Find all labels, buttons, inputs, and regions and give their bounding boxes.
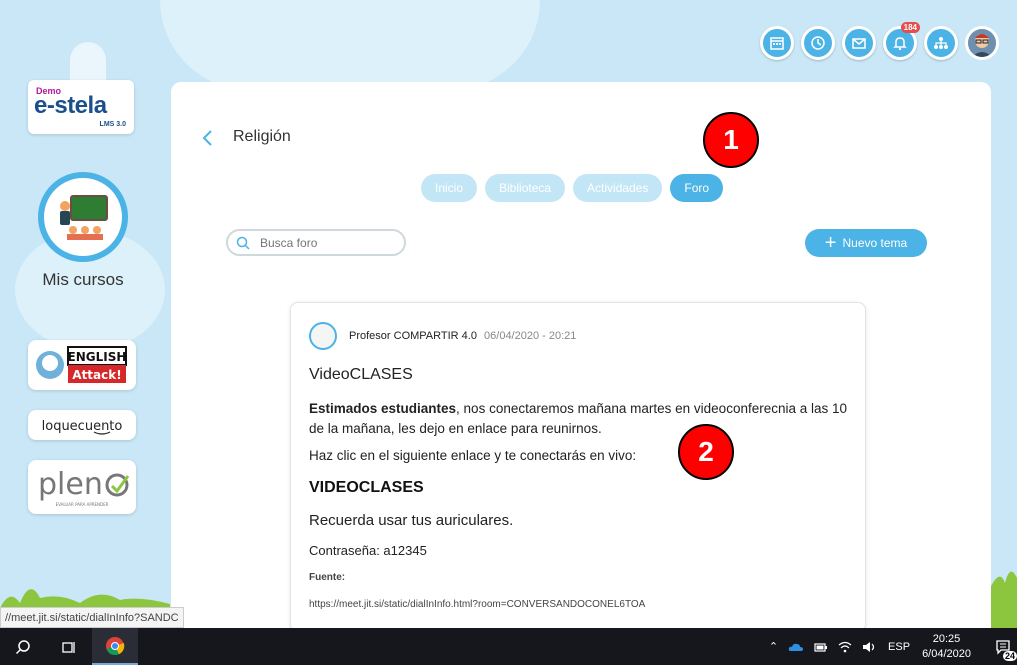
english-attack-app[interactable]: ENGLISH Attack! (28, 340, 136, 390)
svg-text:ENGLISH: ENGLISH (68, 350, 127, 364)
org-chart-icon (934, 37, 948, 49)
wifi-icon[interactable] (838, 641, 852, 653)
post-body-bold: Estimados estudiantes (309, 401, 457, 416)
post-link-title[interactable]: VIDEOCLASES (309, 479, 424, 497)
language-indicator[interactable]: ESP (888, 641, 910, 653)
org-chart-button[interactable] (924, 26, 958, 60)
course-title: Religión (233, 128, 291, 145)
pleno-app[interactable]: plen EVALUAR PARA APRENDER (28, 460, 136, 514)
notifications-button[interactable]: 184 (883, 22, 920, 60)
notification-count: 24 (1002, 651, 1017, 661)
english-attack-logo: ENGLISH Attack! (36, 346, 127, 383)
logo-version: LMS 3.0 (99, 121, 126, 128)
svg-text:Attack!: Attack! (72, 368, 121, 382)
calendar-button[interactable] (760, 26, 794, 60)
forum-search (226, 229, 406, 256)
svg-text:plen: plen (38, 467, 103, 502)
post-date: 06/04/2020 - 20:21 (484, 330, 577, 342)
forum-post: Profesor COMPARTIR 4.0 06/04/2020 - 20:2… (290, 302, 866, 632)
post-link-line: Haz clic en el siguiente enlace y te con… (309, 448, 637, 463)
clock-icon (811, 36, 825, 50)
my-courses-label: Mis cursos (42, 270, 124, 289)
tab-biblioteca[interactable]: Biblioteca (485, 174, 566, 202)
action-center-button[interactable]: 24 (989, 628, 1017, 665)
search-icon (15, 639, 30, 654)
notification-badge: 184 (900, 22, 920, 33)
post-body: Estimados estudiantes, nos conectaremos … (309, 399, 849, 439)
back-arrow-icon[interactable] (201, 128, 215, 154)
post-meta: Profesor COMPARTIR 4.0 06/04/2020 - 20:2… (349, 330, 576, 342)
author-avatar (309, 322, 337, 350)
clock-button[interactable] (801, 26, 835, 60)
user-avatar[interactable] (965, 26, 999, 60)
svg-text:EVALUAR PARA APRENDER: EVALUAR PARA APRENDER (56, 502, 109, 507)
header-icons: 184 (760, 22, 999, 60)
pleno-logo: plen EVALUAR PARA APRENDER (38, 467, 130, 507)
course-tabs: Inicio Biblioteca Actividades Foro (421, 174, 724, 202)
system-tray: ⌃ ESP (769, 640, 910, 654)
chrome-taskbar-button[interactable] (92, 628, 138, 665)
mail-icon (852, 38, 866, 49)
clock-date: 6/04/2020 (922, 647, 971, 660)
onedrive-icon[interactable] (788, 642, 804, 652)
loquecuento-logo: loquecuento (42, 419, 123, 435)
calendar-icon (770, 37, 784, 50)
user-photo (968, 29, 996, 57)
post-author: Profesor COMPARTIR 4.0 (349, 330, 477, 342)
post-password: Contraseña: a12345 (309, 543, 427, 558)
annotation-marker-1: 1 (703, 112, 759, 168)
windows-taskbar: ⌃ ESP 20:25 6/04/2020 24 (0, 628, 1017, 665)
post-reminder: Recuerda usar tus auriculares. (309, 512, 514, 529)
post-source-label: Fuente: (309, 572, 346, 583)
task-view-button[interactable] (46, 628, 92, 665)
background-cloud (160, 0, 540, 90)
new-topic-button[interactable]: + Nuevo tema (805, 229, 927, 257)
main-panel: Religión Inicio Biblioteca Actividades F… (171, 82, 991, 632)
sidebar: Demo e-stela LMS 3.0 Mis cursos ENGLISH … (0, 0, 170, 628)
bell-icon (893, 37, 907, 51)
my-courses-button[interactable] (38, 172, 128, 262)
taskbar-clock[interactable]: 20:25 6/04/2020 (922, 632, 971, 662)
tab-inicio[interactable]: Inicio (421, 174, 478, 202)
search-icon (236, 236, 250, 250)
loquecuento-app[interactable]: loquecuento (28, 410, 136, 440)
e-stela-logo[interactable]: Demo e-stela LMS 3.0 (28, 80, 134, 134)
logo-brand: e-stela (34, 92, 107, 119)
new-topic-label: Nuevo tema (842, 236, 908, 250)
mail-button[interactable] (842, 26, 876, 60)
battery-icon[interactable] (814, 641, 828, 653)
clock-time: 20:25 (932, 632, 961, 645)
search-taskbar-button[interactable] (0, 628, 46, 665)
link-status-url: //meet.jit.si/static/dialInInfo?SANDC (0, 607, 184, 628)
post-title: VideoCLASES (309, 366, 413, 383)
post-source-url[interactable]: https://meet.jit.si/static/dialInInfo.ht… (309, 599, 645, 610)
search-input[interactable] (260, 235, 390, 250)
tab-foro[interactable]: Foro (670, 174, 724, 202)
chrome-icon (106, 636, 125, 655)
classroom-icon (60, 195, 108, 240)
svg-text:loquecuento: loquecuento (42, 419, 123, 434)
tab-actividades[interactable]: Actividades (573, 174, 663, 202)
plus-icon: + (824, 232, 837, 254)
annotation-marker-2: 2 (678, 424, 734, 480)
volume-icon[interactable] (862, 641, 878, 653)
chevron-up-icon[interactable]: ⌃ (769, 640, 778, 653)
task-view-icon (62, 641, 75, 653)
